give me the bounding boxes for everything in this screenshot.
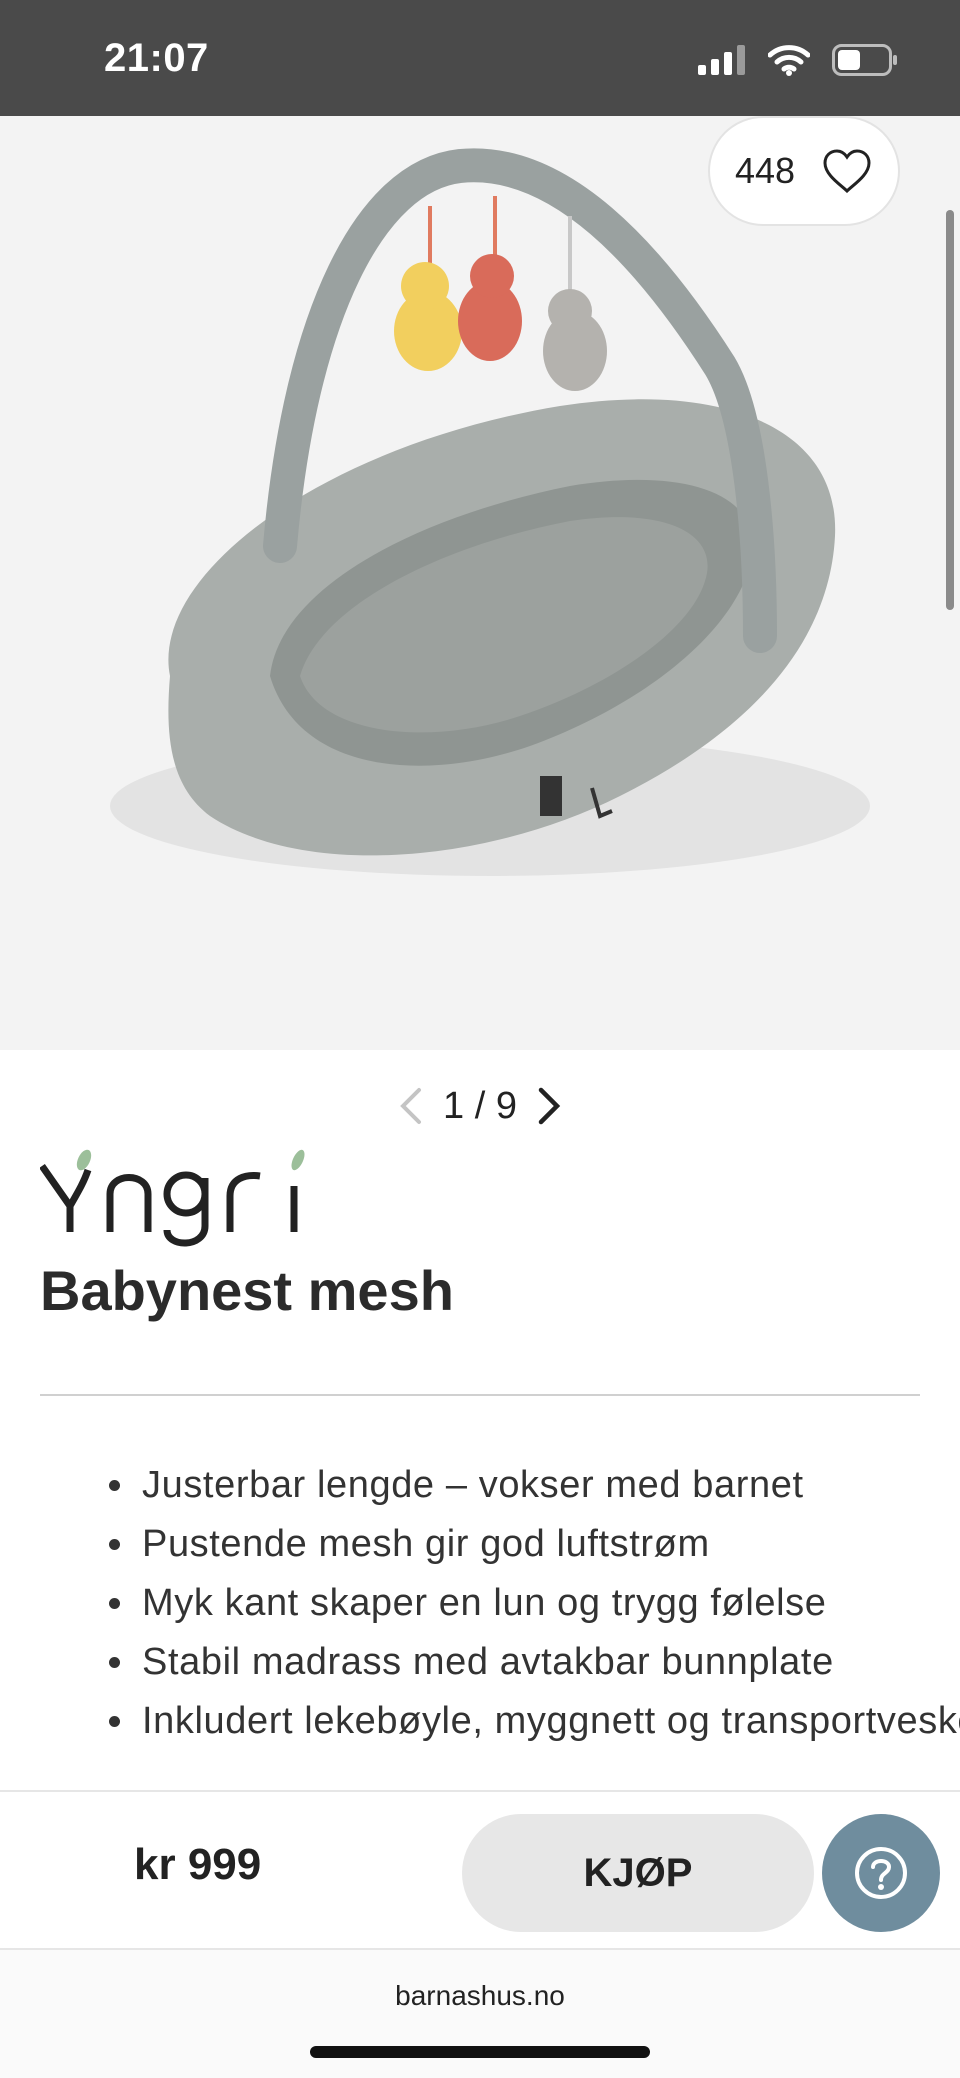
feature-item: Myk kant skaper en lun og trygg følelse (138, 1574, 960, 1633)
status-time: 21:07 (104, 36, 209, 80)
page-indicator: 1 / 9 (443, 1084, 517, 1127)
product-image[interactable] (0, 116, 960, 1050)
wifi-icon (768, 45, 810, 76)
feature-item: Pustende mesh gir god luftstrøm (138, 1515, 960, 1574)
divider (40, 1394, 920, 1396)
battery-icon (832, 44, 897, 76)
yngri-logo (39, 1149, 305, 1247)
status-icons (698, 44, 898, 76)
question-icon (855, 1847, 907, 1899)
gallery-pager: 1 / 9 (0, 1076, 960, 1136)
feature-item: Inkludert lekebøyle, myggnett og transpo… (138, 1692, 960, 1751)
product-title: Babynest mesh (40, 1259, 454, 1322)
heart-icon (823, 149, 871, 194)
price: kr 999 (134, 1840, 262, 1889)
home-indicator[interactable] (310, 2046, 650, 2058)
purchase-bar: kr 999 KJØP (0, 1790, 960, 1950)
chevron-right-icon[interactable] (537, 1086, 561, 1126)
help-button[interactable] (822, 1814, 940, 1932)
brand-logo[interactable] (39, 1148, 310, 1252)
chevron-left-icon[interactable] (399, 1086, 423, 1126)
status-bar: 21:07 (0, 0, 960, 116)
url-text: barnashus.no (395, 1980, 565, 2011)
babynest-illustration (110, 148, 870, 876)
cellular-signal-icon (698, 45, 745, 75)
browser-url-bar[interactable]: barnashus.no (0, 1950, 960, 2078)
feature-list: Justerbar lengde – vokser med barnet Pus… (80, 1456, 960, 1751)
feature-item: Justerbar lengde – vokser med barnet (138, 1456, 960, 1515)
feature-item: Stabil madrass med avtakbar bunnplate (138, 1633, 960, 1692)
scroll-indicator (946, 210, 954, 610)
buy-button[interactable]: KJØP (462, 1814, 814, 1932)
favorite-count: 448 (734, 150, 796, 191)
favorite-button[interactable]: 448 (708, 116, 900, 226)
